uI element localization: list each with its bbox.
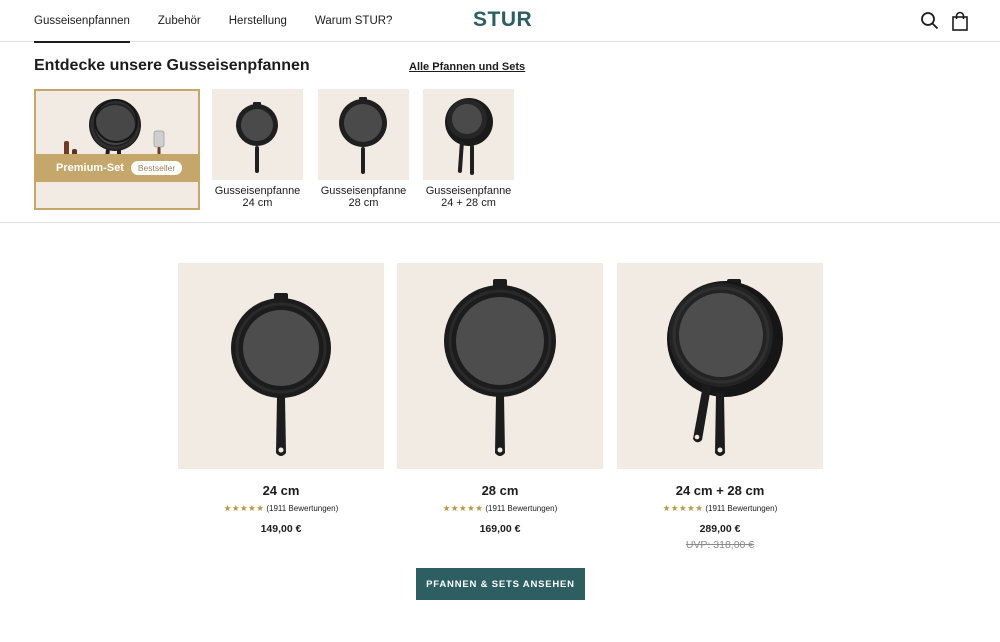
- nav-herstellung[interactable]: Herstellung: [229, 0, 287, 42]
- category-28cm-image: [318, 89, 409, 180]
- category-24-28cm[interactable]: Gusseisenpfanne 24 + 28 cm: [423, 89, 514, 209]
- premium-set-label: Premium-Set: [56, 162, 124, 174]
- featured-bar: Premium-Set Bestseller: [36, 154, 198, 182]
- star-rating-icon: ★★★★★: [442, 503, 484, 513]
- premium-set-image: Premium-Set Bestseller: [36, 91, 198, 182]
- category-24cm-image: [212, 89, 303, 180]
- nav-warum-stur[interactable]: Warum STUR?: [315, 0, 393, 42]
- search-icon[interactable]: [920, 11, 940, 31]
- product-image-24-28cm[interactable]: [617, 263, 823, 469]
- main-nav: Gusseisenpfannen Zubehör Herstellung War…: [34, 0, 393, 43]
- category-24-28cm-label: Gusseisenpfanne 24 + 28 cm: [425, 185, 512, 209]
- product-title: 24 cm: [262, 483, 300, 498]
- product-price: 289,00 €: [699, 523, 741, 535]
- review-count[interactable]: (1911 Bewertungen): [705, 504, 777, 513]
- category-24cm-label: Gusseisenpfanne 24 cm: [214, 185, 301, 209]
- category-24cm[interactable]: Gusseisenpfanne 24 cm: [212, 89, 303, 209]
- category-premium-set[interactable]: Premium-Set Bestseller: [34, 89, 200, 210]
- nav-gusseisenpfannen[interactable]: Gusseisenpfannen: [34, 0, 130, 43]
- product-title: 24 cm + 28 cm: [675, 483, 765, 498]
- product-title: 28 cm: [481, 483, 519, 498]
- category-section: Entdecke unsere Gusseisenpfannen Alle Pf…: [0, 43, 1000, 223]
- product-rating: ★★★★★ (1911 Bewertungen): [178, 503, 384, 514]
- product-image-24cm[interactable]: [178, 263, 384, 469]
- view-pans-sets-button[interactable]: PFANNEN & SETS ANSEHEN: [416, 568, 585, 600]
- logo[interactable]: STUR: [473, 8, 532, 32]
- product-card-28cm[interactable]: 28 cm ★★★★★ (1911 Bewertungen) 169,00 €: [397, 263, 603, 535]
- all-pans-link[interactable]: Alle Pfannen und Sets: [409, 61, 525, 73]
- category-24-28cm-image: [423, 89, 514, 180]
- product-image-28cm[interactable]: [397, 263, 603, 469]
- product-rating: ★★★★★ (1911 Bewertungen): [397, 503, 603, 514]
- product-card-24cm[interactable]: 24 cm ★★★★★ (1911 Bewertungen) 149,00 €: [178, 263, 384, 535]
- star-rating-icon: ★★★★★: [662, 503, 704, 513]
- product-price: 149,00 €: [260, 523, 302, 535]
- product-card-24-28cm[interactable]: 24 cm + 28 cm ★★★★★ (1911 Bewertungen) 2…: [617, 263, 823, 551]
- category-28cm-label: Gusseisenpfanne 28 cm: [320, 185, 407, 209]
- product-uvp-price: UVP: 318,00 €: [685, 539, 755, 551]
- review-count[interactable]: (1911 Bewertungen): [485, 504, 557, 513]
- category-title: Entdecke unsere Gusseisenpfannen: [34, 57, 310, 74]
- category-28cm[interactable]: Gusseisenpfanne 28 cm: [318, 89, 409, 209]
- bestseller-badge: Bestseller: [130, 161, 183, 175]
- product-rating: ★★★★★ (1911 Bewertungen): [617, 503, 823, 514]
- site-header: Gusseisenpfannen Zubehör Herstellung War…: [0, 0, 1000, 43]
- product-price: 169,00 €: [479, 523, 521, 535]
- nav-zubehoer[interactable]: Zubehör: [158, 0, 201, 42]
- star-rating-icon: ★★★★★: [223, 503, 265, 513]
- review-count[interactable]: (1911 Bewertungen): [266, 504, 338, 513]
- shopping-bag-icon[interactable]: [950, 11, 970, 31]
